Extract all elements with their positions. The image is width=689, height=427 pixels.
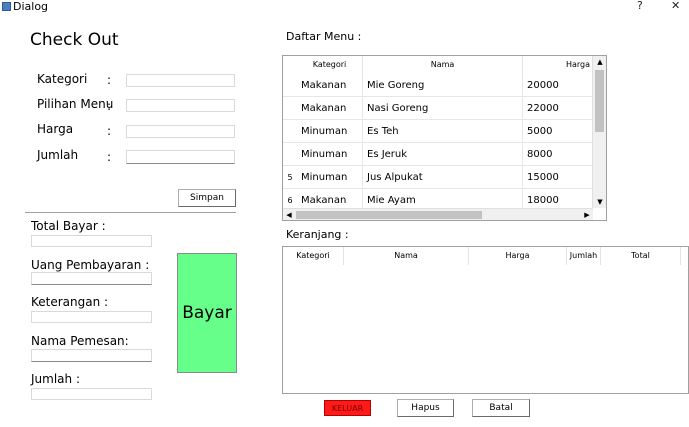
cart-header-nama[interactable]: Nama	[344, 247, 469, 265]
uang-pembayaran-field[interactable]	[31, 272, 152, 285]
keterangan-field[interactable]	[31, 311, 152, 323]
cell-harga[interactable]: 8000	[523, 143, 593, 166]
scroll-up-icon[interactable]: ▲	[594, 57, 606, 67]
close-icon[interactable]: ✕	[671, 0, 680, 12]
table-row[interactable]: Makanan Mie Goreng 20000	[283, 74, 593, 97]
harga-label: Harga	[37, 122, 74, 136]
colon: :	[107, 124, 112, 138]
help-button[interactable]: ?	[637, 0, 643, 12]
header-harga[interactable]: Harga	[523, 56, 593, 74]
cell-harga[interactable]: 5000	[523, 120, 593, 143]
title-bar	[0, 0, 689, 14]
table-row[interactable]: Minuman Es Teh 5000	[283, 120, 593, 143]
hscroll-thumb[interactable]	[296, 211, 482, 219]
row-number: 5	[287, 173, 293, 182]
uang-pembayaran-label: Uang Pembayaran :	[31, 258, 150, 272]
cell-kategori[interactable]: Minuman	[297, 143, 363, 166]
scroll-down-icon[interactable]: ▼	[594, 197, 606, 207]
app-icon	[2, 2, 11, 11]
pilihan-menu-field[interactable]	[126, 99, 235, 112]
cart-header-total[interactable]: Total	[601, 247, 681, 265]
cell-harga[interactable]: 15000	[523, 166, 593, 189]
cell-kategori[interactable]: Minuman	[297, 166, 363, 189]
kategori-field[interactable]	[126, 74, 235, 87]
batal-button[interactable]: Batal	[472, 399, 530, 417]
cell-nama[interactable]: Jus Alpukat	[363, 166, 523, 189]
jumlah-bayar-label: Jumlah :	[31, 372, 80, 386]
cell-kategori[interactable]: Minuman	[297, 120, 363, 143]
cell-kategori[interactable]: Makanan	[297, 97, 363, 120]
jumlah-label: Jumlah	[37, 148, 79, 162]
keranjang-title: Keranjang :	[286, 228, 349, 241]
colon: :	[107, 150, 112, 164]
scroll-left-icon[interactable]: ◀	[283, 210, 295, 220]
daftar-menu-title: Daftar Menu :	[286, 30, 362, 43]
nama-pemesan-field[interactable]	[31, 349, 152, 362]
table-row[interactable]: Minuman Es Jeruk 8000	[283, 143, 593, 166]
header-nama[interactable]: Nama	[363, 56, 523, 74]
table-row[interactable]: 5 Minuman Jus Alpukat 15000	[283, 166, 593, 189]
vertical-scrollbar[interactable]: ▲ ▼	[592, 56, 606, 208]
table-row[interactable]: Makanan Nasi Goreng 22000	[283, 97, 593, 120]
total-bayar-label: Total Bayar :	[31, 219, 106, 233]
hapus-button[interactable]: Hapus	[397, 399, 454, 417]
keluar-button[interactable]: KELUAR	[324, 400, 371, 416]
scroll-right-icon[interactable]: ▶	[581, 210, 593, 220]
window-title: Dialog	[13, 0, 49, 13]
cart-table[interactable]: Kategori Nama Harga Jumlah Total	[282, 246, 689, 394]
horizontal-scrollbar[interactable]: ◀ ▶	[283, 208, 593, 220]
cell-nama[interactable]: Es Teh	[363, 120, 523, 143]
cell-harga[interactable]: 22000	[523, 97, 593, 120]
harga-field[interactable]	[126, 125, 235, 138]
colon: :	[107, 73, 112, 87]
colon: :	[107, 99, 112, 113]
cell-nama[interactable]: Mie Goreng	[363, 74, 523, 97]
section-divider	[25, 212, 236, 213]
cell-nama[interactable]: Nasi Goreng	[363, 97, 523, 120]
cart-header-jumlah[interactable]: Jumlah	[567, 247, 601, 265]
cart-header-kategori[interactable]: Kategori	[283, 247, 344, 265]
header-kategori[interactable]: Kategori	[297, 56, 363, 74]
nama-pemesan-label: Nama Pemesan:	[31, 334, 129, 348]
total-bayar-field[interactable]	[31, 235, 152, 247]
pilihan-menu-label: Pilihan Menu	[37, 97, 114, 111]
cell-nama[interactable]: Es Jeruk	[363, 143, 523, 166]
keterangan-label: Keterangan :	[31, 295, 109, 309]
scroll-thumb[interactable]	[595, 70, 604, 132]
cart-header-harga[interactable]: Harga	[469, 247, 567, 265]
kategori-label: Kategori	[37, 72, 88, 86]
simpan-button[interactable]: Simpan	[178, 189, 236, 207]
jumlah-field[interactable]	[126, 150, 235, 164]
bayar-button[interactable]: Bayar	[177, 253, 237, 373]
cell-harga[interactable]: 20000	[523, 74, 593, 97]
jumlah-bayar-field[interactable]	[31, 388, 152, 400]
cell-kategori[interactable]: Makanan	[297, 74, 363, 97]
menu-table[interactable]: Kategori Nama Harga Makanan Mie Goreng 2…	[282, 55, 607, 221]
checkout-title: Check Out	[30, 30, 119, 50]
